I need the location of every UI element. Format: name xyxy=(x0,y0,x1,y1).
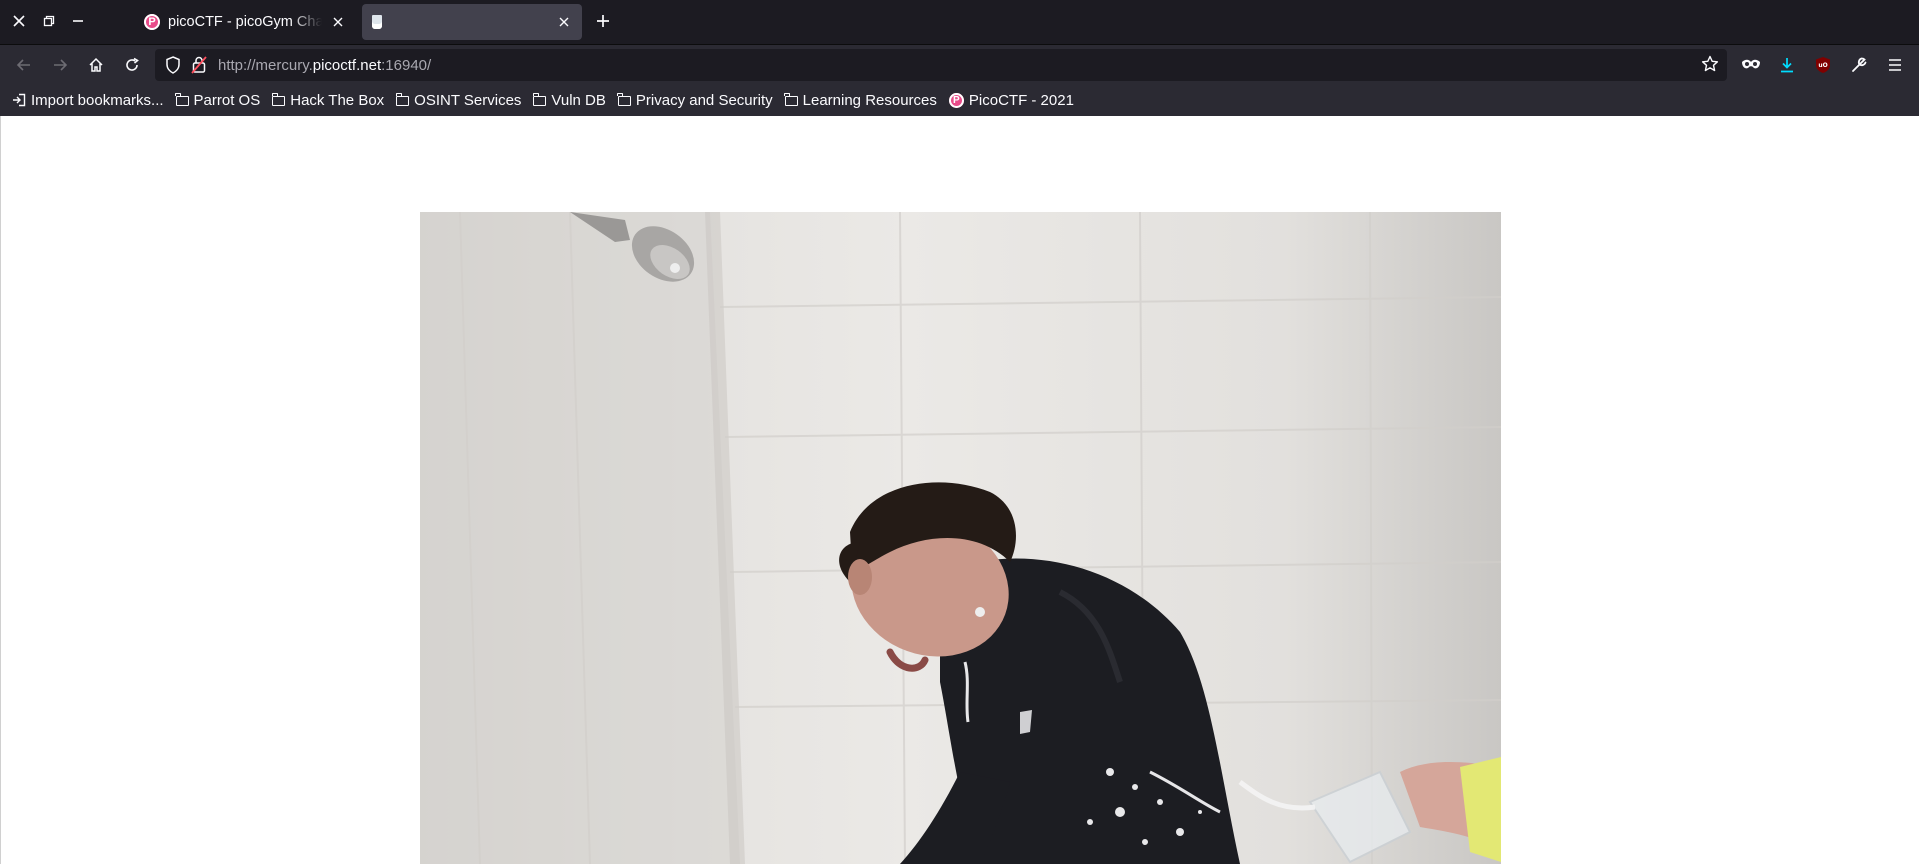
home-icon xyxy=(89,57,103,72)
page-content xyxy=(0,116,1919,864)
folder-icon xyxy=(175,93,189,106)
mask-icon xyxy=(1742,59,1760,69)
back-button[interactable] xyxy=(11,52,37,78)
wrench-icon xyxy=(1852,57,1867,72)
forward-button[interactable] xyxy=(47,52,73,78)
tab-strip: P picoCTF - picoGym Challenges xyxy=(0,0,1919,44)
bookmark-folder-privacy-and-security[interactable]: Privacy and Security xyxy=(617,91,773,109)
reload-icon xyxy=(126,57,139,71)
url-suffix: :16940/ xyxy=(381,57,432,74)
navigation-toolbar: http://mercury.picoctf.net:16940/ uO xyxy=(0,44,1919,85)
tab-picoctf[interactable]: P picoCTF - picoGym Challenges xyxy=(134,4,356,40)
insecure-lock-icon[interactable] xyxy=(191,55,207,80)
url-domain: picoctf.net xyxy=(312,57,382,74)
bookmark-folder-osint-services[interactable]: OSINT Services xyxy=(395,91,522,109)
window-close-button[interactable] xyxy=(7,10,31,34)
bookmark-label: Privacy and Security xyxy=(635,91,773,109)
folder-icon xyxy=(617,93,631,106)
hamburger-menu-icon xyxy=(1889,59,1901,71)
bookmark-folder-hack-the-box[interactable]: Hack The Box xyxy=(271,91,385,109)
bookmark-label: Parrot OS xyxy=(193,91,261,109)
bookmark-label: OSINT Services xyxy=(414,91,522,109)
bookmark-folder-learning-resources[interactable]: Learning Resources xyxy=(784,91,937,109)
tab-title: picoCTF - picoGym Challenges xyxy=(168,14,322,30)
window-restore-button[interactable] xyxy=(37,10,61,34)
bookmark-picoctf-2021[interactable]: P PicoCTF - 2021 xyxy=(948,91,1074,109)
tab-close-button[interactable] xyxy=(330,14,346,31)
milk-glass-favicon xyxy=(372,15,382,29)
url-text[interactable]: http://mercury.picoctf.net:16940/ xyxy=(218,57,431,74)
svg-text:uO: uO xyxy=(1818,62,1827,69)
tab-active-gif[interactable] xyxy=(362,4,582,40)
minimize-icon xyxy=(72,14,84,31)
home-button[interactable] xyxy=(83,52,109,78)
folder-icon xyxy=(395,93,410,106)
restore-icon xyxy=(43,14,55,31)
gif-frame-illustration xyxy=(420,212,1501,864)
import-icon xyxy=(13,93,26,107)
devtools-button[interactable] xyxy=(1846,52,1872,78)
shower-milk-gif-image xyxy=(420,212,1501,864)
private-browsing-button[interactable] xyxy=(1738,52,1764,78)
picoctf-favicon: P xyxy=(144,14,160,30)
reload-button[interactable] xyxy=(119,52,145,78)
window-minimize-button[interactable] xyxy=(66,10,90,34)
download-icon xyxy=(1781,58,1793,73)
folder-icon xyxy=(532,93,547,106)
close-icon xyxy=(333,17,343,26)
bookmark-label: Hack The Box xyxy=(290,91,385,109)
bookmark-label: Import bookmarks... xyxy=(31,91,164,109)
bookmark-import[interactable]: Import bookmarks... xyxy=(12,92,164,109)
close-icon xyxy=(13,14,25,31)
plus-icon xyxy=(597,15,609,27)
bookmark-label: PicoCTF - 2021 xyxy=(968,91,1074,109)
picoctf-favicon: P xyxy=(948,92,964,108)
tab-close-button[interactable] xyxy=(556,14,572,31)
url-prefix: http://mercury. xyxy=(218,57,313,74)
bookmark-folder-parrot-os[interactable]: Parrot OS xyxy=(175,91,261,109)
shield-icon[interactable] xyxy=(165,56,181,79)
ublock-origin-button[interactable]: uO xyxy=(1810,52,1836,78)
url-bar[interactable]: http://mercury.picoctf.net:16940/ xyxy=(155,49,1727,81)
bookmark-star-icon[interactable] xyxy=(1701,55,1719,78)
folder-icon xyxy=(784,93,798,106)
bookmarks-toolbar: Import bookmarks... Parrot OS Hack The B… xyxy=(0,84,1919,116)
bookmark-label: Learning Resources xyxy=(802,91,937,109)
forward-arrow-icon xyxy=(54,59,68,71)
bookmark-label: Vuln DB xyxy=(551,91,606,109)
folder-icon xyxy=(271,93,286,106)
back-arrow-icon xyxy=(16,59,30,71)
close-icon xyxy=(559,17,569,26)
bookmark-folder-vuln-db[interactable]: Vuln DB xyxy=(532,91,606,109)
app-menu-button[interactable] xyxy=(1882,52,1908,78)
new-tab-button[interactable] xyxy=(591,10,615,34)
ublock-shield-icon: uO xyxy=(1816,57,1830,73)
downloads-button[interactable] xyxy=(1774,52,1800,78)
